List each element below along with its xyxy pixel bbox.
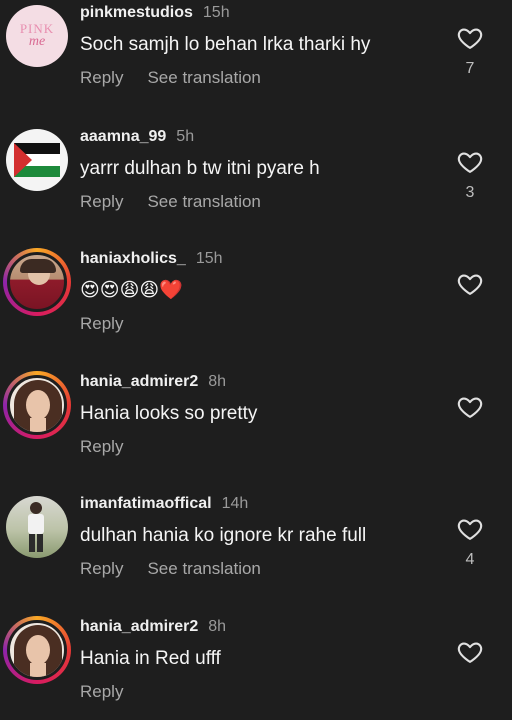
comment-text: Hania in Red ufff [80, 648, 221, 669]
comment-header: imanfatimaoffical 14h [80, 495, 248, 513]
avatar[interactable] [3, 493, 71, 561]
username[interactable]: aaamna_99 [80, 128, 166, 146]
comment-header: hania_admirer2 8h [80, 373, 226, 391]
comment-actions: Reply [80, 437, 123, 457]
comment-item: haniaxholics_ 15h 😍😍😩😩❤️ Reply [0, 246, 512, 368]
heart-outline-icon[interactable] [456, 393, 484, 421]
see-translation-button[interactable]: See translation [147, 559, 260, 579]
comment-item: imanfatimaoffical 14h dulhan hania ko ig… [0, 491, 512, 613]
avatar[interactable]: PINK me [3, 2, 71, 70]
reply-button[interactable]: Reply [80, 437, 123, 457]
timestamp: 15h [195, 250, 223, 267]
comment-actions: Reply [80, 682, 123, 702]
like-count: 4 [465, 551, 475, 568]
username[interactable]: imanfatimaoffical [80, 495, 212, 513]
comment-item: hania_admirer2 8h Hania in Red ufff Repl… [0, 614, 512, 720]
comment-item: aaamna_99 5h yarrr dulhan b tw itni pyar… [0, 124, 512, 246]
comment-header: pinkmestudios 15h [80, 4, 230, 22]
like-count: 7 [465, 60, 475, 77]
comment-text: Soch samjh lo behan lrka tharki hy [80, 34, 371, 55]
username[interactable]: haniaxholics_ [80, 250, 186, 268]
avatar[interactable] [3, 616, 71, 684]
comment-header: hania_admirer2 8h [80, 618, 226, 636]
comment-actions: Reply [80, 314, 123, 334]
comment-actions: Reply See translation [80, 559, 261, 579]
heart-outline-icon[interactable] [456, 24, 484, 52]
timestamp: 8h [208, 373, 227, 390]
comment-text: 😍😍😩😩❤️ [80, 278, 183, 302]
heart-outline-icon[interactable] [456, 148, 484, 176]
avatar[interactable] [3, 126, 71, 194]
username[interactable]: pinkmestudios [80, 4, 193, 22]
comment-text: yarrr dulhan b tw itni pyare h [80, 158, 320, 179]
reply-button[interactable]: Reply [80, 559, 123, 579]
timestamp: 8h [208, 618, 227, 635]
reply-button[interactable]: Reply [80, 682, 123, 702]
see-translation-button[interactable]: See translation [147, 68, 260, 88]
reply-button[interactable]: Reply [80, 68, 123, 88]
avatar[interactable] [3, 248, 71, 316]
avatar[interactable] [3, 371, 71, 439]
comment-header: haniaxholics_ 15h [80, 250, 223, 268]
comment-header: aaamna_99 5h [80, 128, 194, 146]
avatar-logo-sub: me [28, 34, 46, 49]
see-translation-button[interactable]: See translation [147, 192, 260, 212]
palestine-flag-icon [14, 143, 60, 177]
timestamp: 5h [176, 128, 195, 145]
comment-item: hania_admirer2 8h Hania looks so pretty … [0, 369, 512, 491]
comment-actions: Reply See translation [80, 192, 261, 212]
like-count: 3 [465, 184, 475, 201]
username[interactable]: hania_admirer2 [80, 618, 198, 636]
emoji-text: 😍😍😩😩❤️ [80, 280, 183, 301]
timestamp: 15h [202, 4, 230, 21]
reply-button[interactable]: Reply [80, 192, 123, 212]
reply-button[interactable]: Reply [80, 314, 123, 334]
comment-text: dulhan hania ko ignore kr rahe full [80, 525, 367, 546]
username[interactable]: hania_admirer2 [80, 373, 198, 391]
comment-item: PINK me pinkmestudios 15h Soch samjh lo … [0, 0, 512, 122]
timestamp: 14h [221, 495, 249, 512]
heart-outline-icon[interactable] [456, 638, 484, 666]
comment-actions: Reply See translation [80, 68, 261, 88]
heart-outline-icon[interactable] [456, 515, 484, 543]
heart-outline-icon[interactable] [456, 270, 484, 298]
comment-text: Hania looks so pretty [80, 403, 258, 424]
